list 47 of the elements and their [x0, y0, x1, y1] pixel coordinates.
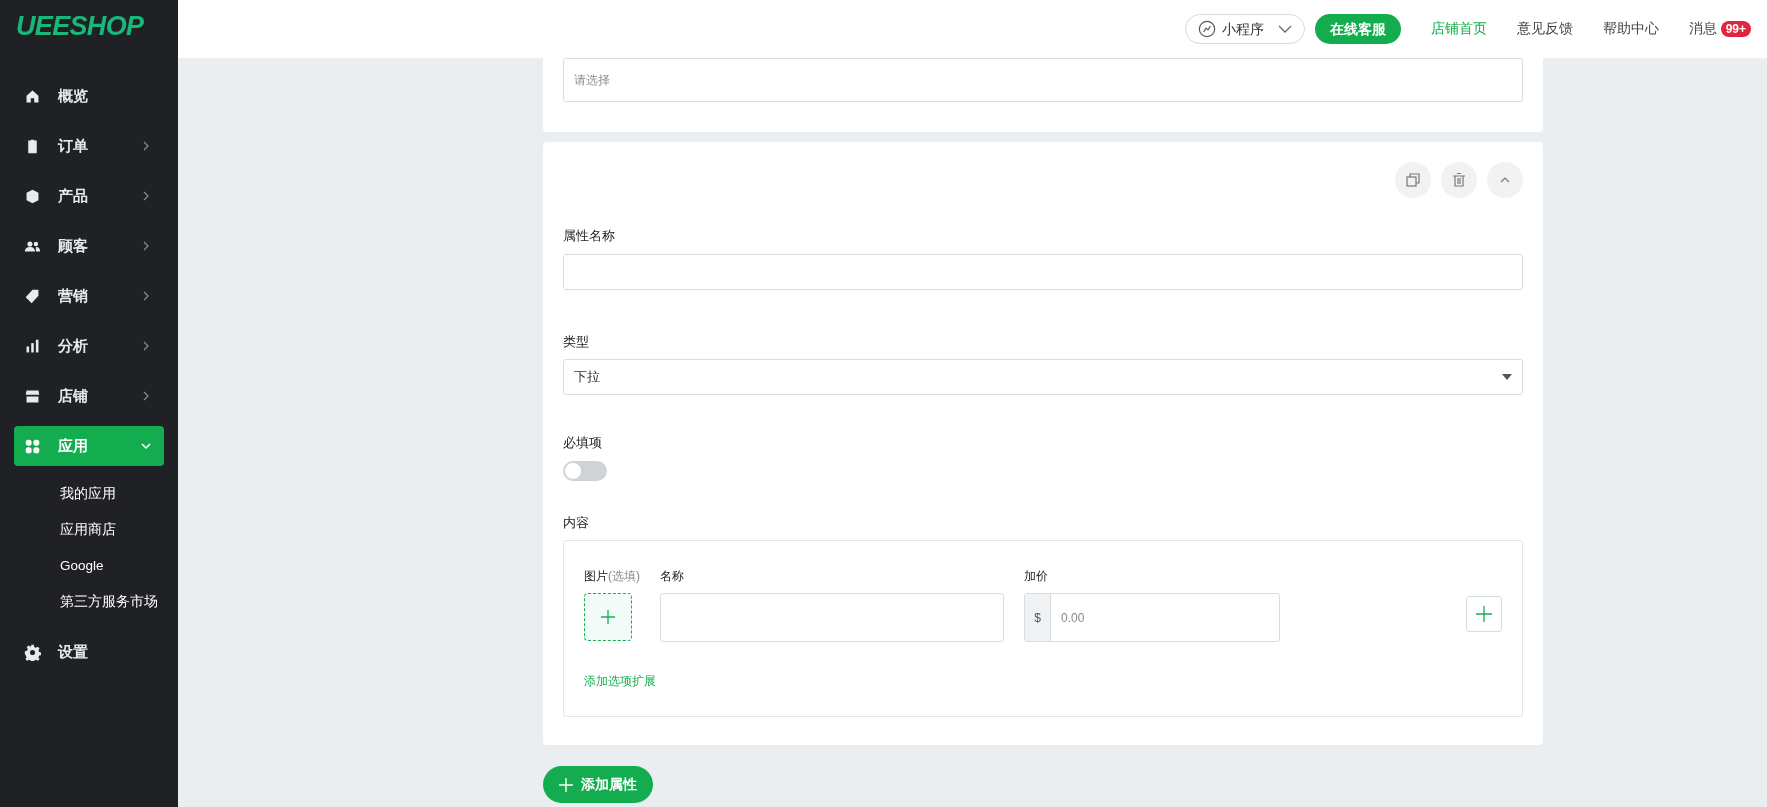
submenu-item[interactable]: 我的应用 [60, 476, 178, 512]
plus-icon [559, 777, 573, 792]
settings-icon [24, 643, 41, 661]
field-label: 属性名称 [563, 227, 616, 245]
type-select[interactable]: 下拉 [563, 359, 1523, 395]
submenu-item[interactable]: Google [60, 548, 178, 584]
bar-chart-icon [24, 337, 41, 355]
sidebar-item[interactable]: 订单 [14, 126, 164, 166]
nav-link[interactable]: 帮助中心 [1602, 18, 1659, 40]
sidebar-item[interactable]: 概览 [14, 76, 164, 116]
sidebar-item[interactable]: 产品 [14, 176, 164, 216]
price-field[interactable]: $ 0.00 [1024, 593, 1280, 642]
sidebar-item[interactable]: 分析 [14, 326, 164, 366]
plus-icon [1476, 606, 1492, 622]
field-label: 必填项 [563, 434, 603, 452]
trash-icon[interactable] [1441, 162, 1477, 198]
dropdown-arrow-icon [1502, 374, 1512, 380]
chevron-up-icon[interactable] [1487, 162, 1523, 198]
select-field[interactable]: 请选择 [563, 58, 1523, 102]
image-upload-button[interactable] [584, 593, 632, 641]
notification-badge: 99+ [1720, 21, 1751, 37]
sidebar-item[interactable]: 营销 [14, 276, 164, 316]
column-header: 图片(选填) [584, 568, 641, 585]
column-header: 名称 [660, 568, 685, 585]
logo: UEESHOP [16, 9, 144, 43]
plus-icon [601, 610, 615, 624]
nav-link[interactable]: 意见反馈 [1516, 18, 1573, 40]
sidebar-item[interactable]: 顾客 [14, 226, 164, 266]
option-name-field[interactable] [660, 593, 1004, 642]
tag-icon [24, 287, 41, 305]
field-label: 内容 [563, 513, 590, 532]
currency-symbol: $ [1025, 594, 1051, 641]
submenu-item[interactable]: 第三方服务市场 [60, 584, 178, 620]
submenu-item[interactable]: 应用商店 [60, 512, 178, 548]
nav-link[interactable]: 消息 99+ [1688, 18, 1751, 40]
price-input[interactable]: 0.00 [1051, 594, 1279, 641]
add-option-button[interactable] [1466, 596, 1502, 632]
sidebar-item[interactable]: 店铺 [14, 376, 164, 416]
copy-icon[interactable] [1395, 162, 1431, 198]
grid-icon [24, 437, 41, 455]
column-header: 加价 [1024, 568, 1049, 585]
sidebar-item[interactable]: 设置 [14, 632, 164, 672]
attribute-name-field[interactable] [563, 253, 1523, 290]
required-toggle[interactable] [563, 460, 607, 481]
link-icon [1197, 20, 1216, 38]
field-label: 类型 [563, 332, 590, 351]
box-icon [24, 187, 41, 205]
